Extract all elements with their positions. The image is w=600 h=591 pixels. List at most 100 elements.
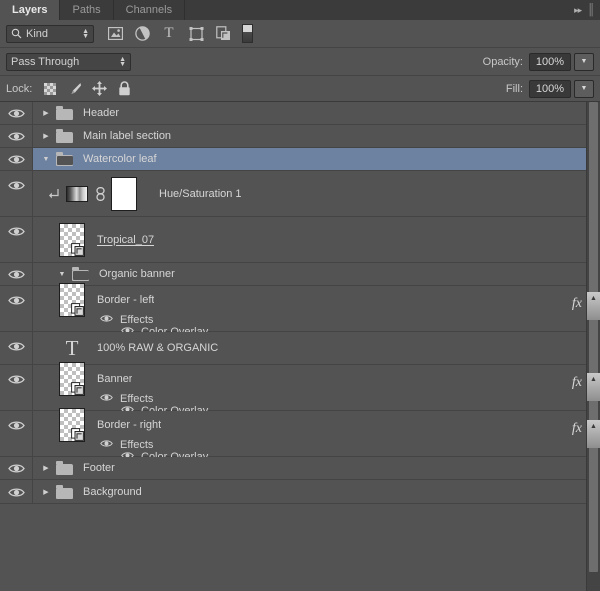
layer-row[interactable]: T 100% RAW & ORGANIC xyxy=(0,332,586,365)
tab-layers-label: Layers xyxy=(12,4,48,16)
filter-enable-toggle[interactable] xyxy=(242,24,253,43)
layer-visibility-toggle[interactable] xyxy=(0,148,33,170)
lock-row: Lock: Fill: 100% ▼ xyxy=(0,76,600,102)
group-collapse-twisty-icon[interactable]: ▼ xyxy=(38,156,54,163)
layer-visibility-toggle[interactable] xyxy=(0,171,33,216)
layer-row[interactable]: ▶ Footer xyxy=(0,457,586,480)
layer-visibility-toggle[interactable] xyxy=(0,332,33,364)
layer-effects-row[interactable]: Effects xyxy=(33,439,586,451)
eye-icon xyxy=(7,171,25,199)
blend-mode-row: Pass Through ▲ ▼ Opacity: 100% ▼ xyxy=(0,48,600,76)
group-expand-twisty-icon[interactable]: ▶ xyxy=(38,109,54,117)
folder-icon xyxy=(56,484,74,499)
tab-paths[interactable]: Paths xyxy=(60,0,114,20)
layer-row-body: ▼ Organic banner xyxy=(33,263,586,285)
layer-visibility-toggle[interactable] xyxy=(0,125,33,147)
eye-icon xyxy=(7,217,25,245)
layer-visibility-toggle[interactable] xyxy=(0,102,33,124)
layer-name[interactable]: Tropical_07 xyxy=(97,234,154,246)
tab-layers[interactable]: Layers xyxy=(0,0,61,20)
layer-visibility-toggle[interactable] xyxy=(0,411,33,456)
eye-icon xyxy=(7,102,25,125)
effects-expand-arrow-icon[interactable]: ▲ xyxy=(587,292,600,320)
layer-row-body: ▼ Watercolor leaf xyxy=(33,148,586,170)
effects-visibility-icon[interactable] xyxy=(100,439,113,451)
filter-smart-object-layers-icon[interactable] xyxy=(215,26,231,42)
layer-row-body: ▶ Footer xyxy=(33,457,586,479)
layer-name[interactable]: Banner xyxy=(97,373,132,385)
opacity-input[interactable]: 100% xyxy=(529,52,571,71)
updown-stepper-icon[interactable]: ▲ ▼ xyxy=(82,28,89,40)
fill-slider-arrow[interactable]: ▼ xyxy=(574,79,594,98)
adjustment-thumbnail[interactable] xyxy=(66,185,88,202)
filter-kind-select[interactable]: Kind ▲ ▼ xyxy=(6,24,94,43)
layer-row-body: T 100% RAW & ORGANIC xyxy=(33,332,586,364)
group-collapse-twisty-icon[interactable]: ▼ xyxy=(54,271,70,278)
effects-expand-arrow-icon[interactable]: ▲ xyxy=(587,373,600,401)
lock-position-icon[interactable] xyxy=(92,81,108,96)
layer-name[interactable]: Border - right xyxy=(97,419,161,431)
fill-input[interactable]: 100% xyxy=(529,79,571,98)
layer-effects-row[interactable]: Effects xyxy=(33,393,586,405)
layer-name[interactable]: Border - left xyxy=(97,294,154,306)
double-chevron-right-icon[interactable]: ▸▸ xyxy=(574,5,582,15)
type-layer-icon[interactable]: T xyxy=(59,335,85,361)
filter-pixel-layers-icon[interactable] xyxy=(107,26,123,42)
layer-visibility-toggle[interactable] xyxy=(0,217,33,262)
blend-mode-stepper-icon[interactable]: ▲ ▼ xyxy=(119,56,126,68)
effects-visibility-icon[interactable] xyxy=(100,314,113,326)
layer-row-main: ▶ Footer xyxy=(33,457,586,479)
layer-list: ▶ Header ▶ Main label section ▼ Watercolor le… xyxy=(0,102,586,591)
layer-name: Background xyxy=(83,485,142,498)
layer-row[interactable]: BannerfxEffectsColor Overlay xyxy=(0,362,586,417)
link-icon[interactable] xyxy=(93,186,107,201)
layer-name: Header xyxy=(83,107,120,119)
panel-menu-icon[interactable]: ║ xyxy=(587,4,595,16)
layer-visibility-toggle[interactable] xyxy=(0,286,33,331)
group-expand-twisty-icon[interactable]: ▶ xyxy=(38,464,54,472)
filter-type-layers-icon[interactable]: T xyxy=(161,26,177,42)
layer-visibility-toggle[interactable] xyxy=(0,480,33,503)
layer-row[interactable]: ▶ Header xyxy=(0,102,586,125)
lock-image-pixels-icon[interactable] xyxy=(67,81,82,96)
layer-effects-indicator[interactable]: fx xyxy=(552,369,586,390)
filter-adjustment-layers-icon[interactable] xyxy=(134,26,150,42)
layer-row[interactable]: Tropical_07 xyxy=(0,217,586,263)
opacity-slider-arrow[interactable]: ▼ xyxy=(574,52,594,71)
lock-all-icon[interactable] xyxy=(117,81,132,96)
layer-row[interactable]: Border - leftfxEffectsColor Overlay xyxy=(0,283,586,338)
layer-row[interactable]: ▼ Organic banner xyxy=(0,263,586,286)
layer-effects-indicator[interactable]: fx xyxy=(552,290,586,311)
layer-row-main: Border - right fx xyxy=(33,408,586,442)
layer-row[interactable]: Border - rightfxEffectsColor Overlay xyxy=(0,408,586,463)
layer-visibility-toggle[interactable] xyxy=(0,263,33,285)
lock-transparent-pixels-icon[interactable] xyxy=(42,81,57,96)
layer-row[interactable]: Hue/Saturation 1 xyxy=(0,171,586,217)
layer-visibility-toggle[interactable] xyxy=(0,365,33,410)
tab-channels-label: Channels xyxy=(125,4,173,16)
tab-channels[interactable]: Channels xyxy=(113,0,186,20)
layer-mask-thumbnail[interactable] xyxy=(111,176,137,211)
layer-effects-indicator[interactable]: fx xyxy=(552,415,586,436)
layer-effects-row[interactable]: Effects xyxy=(33,314,586,326)
scrollbar-thumb[interactable] xyxy=(589,102,598,572)
layer-row[interactable]: ▼ Watercolor leaf xyxy=(0,148,586,171)
layer-row[interactable]: ▶ Main label section xyxy=(0,125,586,148)
layer-thumbnail[interactable] xyxy=(59,408,85,442)
layer-visibility-toggle[interactable] xyxy=(0,457,33,479)
layer-thumbnail[interactable] xyxy=(59,222,85,257)
effects-expand-arrow-icon[interactable]: ▲ xyxy=(587,420,600,448)
layer-row-main: Banner fx xyxy=(33,362,586,396)
filter-shape-layers-icon[interactable] xyxy=(188,26,204,42)
layer-list-scrollbar[interactable]: ▲ ▲ ▲ xyxy=(586,102,600,591)
group-expand-twisty-icon[interactable]: ▶ xyxy=(38,488,54,496)
effects-visibility-icon[interactable] xyxy=(100,393,113,405)
layer-thumbnail[interactable] xyxy=(59,362,85,396)
layer-thumbnail[interactable] xyxy=(59,283,85,317)
layer-row[interactable]: ▶ Background xyxy=(0,480,586,504)
group-expand-twisty-icon[interactable]: ▶ xyxy=(38,132,54,140)
fx-icon: fx xyxy=(571,374,582,390)
blend-mode-select[interactable]: Pass Through ▲ ▼ xyxy=(6,52,131,71)
effects-label: Effects xyxy=(120,393,154,405)
panel-tab-bar: Layers Paths Channels ▸▸ ║ xyxy=(0,0,600,20)
